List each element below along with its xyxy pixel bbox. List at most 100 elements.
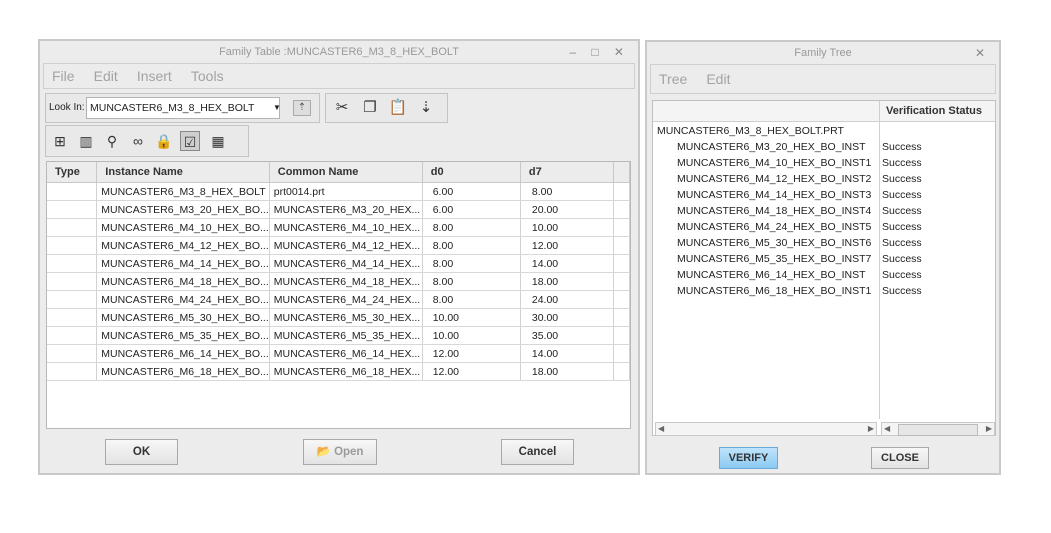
cell-d0[interactable]: 12.00 (422, 344, 521, 363)
menu-file[interactable]: File (52, 64, 75, 88)
cell-d0[interactable]: 8.00 (422, 272, 521, 291)
table-row[interactable]: MUNCASTER6_M4_18_HEX_BO... MUNCASTER6_M4_… (47, 272, 630, 291)
cell-instance-name[interactable]: MUNCASTER6_M4_14_HEX_BO... (96, 254, 270, 273)
tree-item[interactable]: MUNCASTER6_M4_14_HEX_BO_INST3 (677, 187, 871, 203)
cell-d0[interactable]: 10.00 (422, 326, 521, 345)
cell-common-name[interactable]: MUNCASTER6_M4_14_HEX... (269, 254, 423, 273)
ok-button[interactable]: OK (105, 439, 178, 465)
table-row[interactable]: MUNCASTER6_M4_10_HEX_BO... MUNCASTER6_M4_… (47, 218, 630, 237)
cell-d7[interactable]: 24.00 (520, 290, 615, 309)
cell-d7[interactable]: 14.00 (520, 344, 615, 363)
paste-icon[interactable]: 📋 (388, 98, 408, 118)
cell-d7[interactable]: 35.00 (520, 326, 615, 345)
cell-common-name[interactable]: prt0014.prt (269, 182, 423, 201)
cell-type[interactable] (47, 236, 98, 255)
lock-icon[interactable]: 🔒 (154, 131, 174, 151)
menu-insert[interactable]: Insert (137, 64, 172, 88)
table-row[interactable]: MUNCASTER6_M4_12_HEX_BO... MUNCASTER6_M4_… (47, 236, 630, 255)
cell-type[interactable] (47, 272, 98, 291)
cut-icon[interactable]: ✂ (332, 98, 352, 118)
verification-status-header[interactable]: Verification Status (879, 101, 982, 121)
cell-type[interactable] (47, 254, 98, 273)
tree-item[interactable]: MUNCASTER6_M5_35_HEX_BO_INST7 (677, 251, 871, 267)
cell-type[interactable] (47, 326, 98, 345)
cell-d0[interactable]: 8.00 (422, 254, 521, 273)
cell-common-name[interactable]: MUNCASTER6_M4_12_HEX... (269, 236, 423, 255)
cell-type[interactable] (47, 344, 98, 363)
cell-instance-name[interactable]: MUNCASTER6_M3_20_HEX_BO... (96, 200, 270, 219)
status-horizontal-scrollbar[interactable]: ◀ ▶ (881, 422, 995, 436)
tree-item[interactable]: MUNCASTER6_M4_24_HEX_BO_INST5 (677, 219, 871, 235)
tree-item[interactable]: MUNCASTER6_M5_30_HEX_BO_INST6 (677, 235, 871, 251)
preview-icon[interactable]: ∞ (128, 131, 148, 151)
cell-common-name[interactable]: MUNCASTER6_M6_18_HEX... (269, 362, 423, 381)
tree-item[interactable]: MUNCASTER6_M4_10_HEX_BO_INST1 (677, 155, 871, 171)
open-button[interactable]: 📂 Open (303, 439, 377, 465)
cell-d0[interactable]: 8.00 (422, 218, 521, 237)
cell-type[interactable] (47, 218, 98, 237)
scroll-right-icon[interactable]: ▶ (986, 424, 992, 433)
tree-item[interactable]: MUNCASTER6_M3_20_HEX_BO_INST (677, 139, 865, 155)
window-controls[interactable]: – □ ✕ (569, 41, 630, 63)
look-in-select[interactable]: MUNCASTER6_M3_8_HEX_BOLT (86, 97, 280, 119)
menu-tree-edit[interactable]: Edit (706, 65, 730, 93)
cell-common-name[interactable]: MUNCASTER6_M5_35_HEX... (269, 326, 423, 345)
cell-instance-name[interactable]: MUNCASTER6_M6_14_HEX_BO... (96, 344, 270, 363)
tree-item[interactable]: MUNCASTER6_M6_18_HEX_BO_INST1 (677, 283, 871, 299)
tree-root-item[interactable]: MUNCASTER6_M3_8_HEX_BOLT.PRT (657, 123, 844, 139)
dropdown-arrow-icon[interactable]: ▼ (270, 98, 284, 118)
cell-d7[interactable]: 18.00 (520, 272, 615, 291)
cell-common-name[interactable]: MUNCASTER6_M4_18_HEX... (269, 272, 423, 291)
cell-instance-name[interactable]: MUNCASTER6_M4_24_HEX_BO... (96, 290, 270, 309)
cell-common-name[interactable]: MUNCASTER6_M4_10_HEX... (269, 218, 423, 237)
tree-item[interactable]: MUNCASTER6_M4_18_HEX_BO_INST4 (677, 203, 871, 219)
column-header-common-name[interactable]: Common Name (269, 162, 423, 183)
cell-d7[interactable]: 10.00 (520, 218, 615, 237)
menu-tree[interactable]: Tree (659, 65, 687, 93)
close-button[interactable]: CLOSE (871, 447, 929, 469)
cell-d7[interactable]: 20.00 (520, 200, 615, 219)
table-row[interactable]: MUNCASTER6_M3_20_HEX_BO... MUNCASTER6_M3_… (47, 200, 630, 219)
column-header-instance-name[interactable]: Instance Name (96, 162, 270, 183)
cell-instance-name[interactable]: MUNCASTER6_M3_8_HEX_BOLT (96, 182, 270, 201)
family-table-titlebar[interactable]: Family Table :MUNCASTER6_M3_8_HEX_BOLT –… (40, 41, 638, 63)
menu-tools[interactable]: Tools (191, 64, 224, 88)
table-row[interactable]: MUNCASTER6_M3_8_HEX_BOLT prt0014.prt 6.00 8… (47, 182, 630, 201)
table-row[interactable]: MUNCASTER6_M6_14_HEX_BO... MUNCASTER6_M6_… (47, 344, 630, 363)
cell-type[interactable] (47, 200, 98, 219)
cell-d0[interactable]: 8.00 (422, 236, 521, 255)
table-row[interactable]: MUNCASTER6_M4_14_HEX_BO... MUNCASTER6_M4_… (47, 254, 630, 273)
cell-d0[interactable]: 8.00 (422, 290, 521, 309)
cell-instance-name[interactable]: MUNCASTER6_M4_12_HEX_BO... (96, 236, 270, 255)
tree-item[interactable]: MUNCASTER6_M4_12_HEX_BO_INST2 (677, 171, 871, 187)
cell-type[interactable] (47, 290, 98, 309)
cell-instance-name[interactable]: MUNCASTER6_M4_18_HEX_BO... (96, 272, 270, 291)
cell-d0[interactable]: 12.00 (422, 362, 521, 381)
table-row[interactable]: MUNCASTER6_M5_30_HEX_BO... MUNCASTER6_M5_… (47, 308, 630, 327)
scroll-left-icon[interactable]: ◀ (884, 424, 890, 433)
cell-d7[interactable]: 30.00 (520, 308, 615, 327)
table-icon[interactable]: ▦ (208, 131, 228, 151)
table-row[interactable]: MUNCASTER6_M4_24_HEX_BO... MUNCASTER6_M4_… (47, 290, 630, 309)
add-column-icon[interactable]: ▥ (76, 131, 96, 151)
cell-common-name[interactable]: MUNCASTER6_M5_30_HEX... (269, 308, 423, 327)
cell-type[interactable] (47, 182, 98, 201)
family-tree-titlebar[interactable]: Family Tree ✕ (647, 42, 999, 64)
column-header-d7[interactable]: d7 (520, 162, 615, 183)
cell-d0[interactable]: 6.00 (422, 182, 521, 201)
scroll-right-icon[interactable]: ▶ (868, 424, 874, 433)
cancel-button[interactable]: Cancel (501, 439, 574, 465)
cell-common-name[interactable]: MUNCASTER6_M4_24_HEX... (269, 290, 423, 309)
scroll-thumb[interactable] (898, 424, 978, 436)
cell-d0[interactable]: 10.00 (422, 308, 521, 327)
verify-button[interactable]: VERIFY (719, 447, 778, 469)
table-row[interactable]: MUNCASTER6_M6_18_HEX_BO... MUNCASTER6_M6_… (47, 362, 630, 381)
cell-d7[interactable]: 12.00 (520, 236, 615, 255)
cell-instance-name[interactable]: MUNCASTER6_M5_35_HEX_BO... (96, 326, 270, 345)
tree-view-icon[interactable]: ⊞ (50, 131, 70, 151)
tree-horizontal-scrollbar[interactable]: ◀ ▶ (655, 422, 877, 436)
verify-instances-icon[interactable]: ☑ (180, 131, 200, 151)
cell-type[interactable] (47, 308, 98, 327)
cell-d7[interactable]: 14.00 (520, 254, 615, 273)
scroll-left-icon[interactable]: ◀ (658, 424, 664, 433)
